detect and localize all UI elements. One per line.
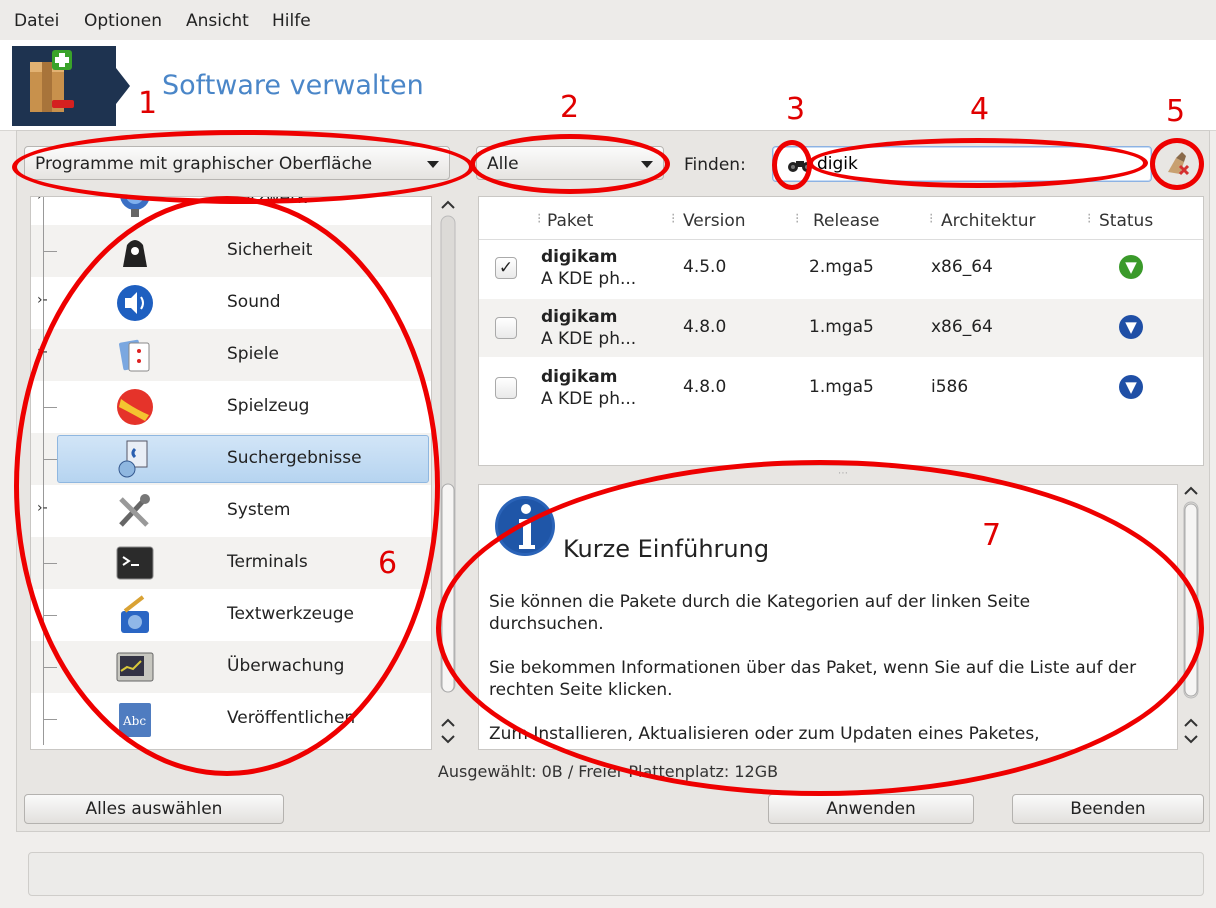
package-table[interactable]: ⁝ Paket ⁝ Version ⁝ Release ⁝ Architektu… — [478, 196, 1204, 466]
annotation-ellipse-1 — [12, 130, 474, 204]
package-summary: A KDE ph... — [541, 269, 637, 289]
select-checkbox[interactable]: ✓ — [495, 257, 517, 279]
menubar: Datei Optionen Ansicht Hilfe — [0, 0, 1216, 40]
menu-optionen[interactable]: Optionen — [84, 11, 162, 31]
annotation-number-6: 6 — [378, 546, 398, 581]
table-row[interactable]: digikam A KDE ph... 4.8.0 1.mga5 x86_64 ▼ — [479, 299, 1203, 357]
column-version[interactable]: Version — [683, 211, 746, 231]
logo-notch — [116, 68, 130, 104]
download-icon[interactable]: ▼ — [1119, 315, 1143, 339]
annotation-ellipse-2 — [470, 134, 670, 194]
package-version: 4.8.0 — [683, 317, 727, 337]
annotation-number-7: 7 — [982, 518, 1002, 553]
table-row[interactable]: digikam A KDE ph... 4.8.0 1.mga5 i586 ▼ — [479, 359, 1203, 417]
package-release: 2.mga5 — [809, 257, 874, 277]
package-icon — [30, 50, 74, 112]
annotation-number-1: 1 — [138, 86, 158, 121]
package-release: 1.mga5 — [809, 377, 874, 397]
annotation-ellipse-5 — [1150, 138, 1204, 190]
tree-line — [43, 667, 57, 668]
package-name: digikam — [541, 247, 618, 267]
select-checkbox[interactable] — [495, 317, 517, 339]
annotation-ellipse-4 — [808, 138, 1148, 188]
annotation-ellipse-3 — [772, 140, 812, 190]
table-header: ⁝ Paket ⁝ Version ⁝ Release ⁝ Architektu… — [479, 197, 1203, 240]
column-architektur[interactable]: Architektur — [941, 211, 1036, 231]
annotation-number-4: 4 — [970, 92, 990, 127]
select-checkbox[interactable] — [495, 377, 517, 399]
column-paket[interactable]: Paket — [547, 211, 593, 231]
package-summary: A KDE ph... — [541, 389, 637, 409]
find-label: Finden: — [684, 155, 746, 175]
expand-arrow-icon[interactable]: ›- — [37, 292, 48, 308]
package-version: 4.5.0 — [683, 257, 727, 277]
statusbar — [28, 852, 1204, 896]
installed-icon[interactable]: ▼ — [1119, 255, 1143, 279]
package-version: 4.8.0 — [683, 377, 727, 397]
annotation-number-2: 2 — [560, 90, 580, 125]
table-row[interactable]: ✓ digikam A KDE ph... 4.5.0 2.mga5 x86_64 ▼ — [479, 239, 1203, 297]
column-release[interactable]: Release — [813, 211, 879, 231]
package-name: digikam — [541, 307, 618, 327]
menu-ansicht[interactable]: Ansicht — [186, 11, 249, 31]
page-title: Software verwalten — [162, 70, 424, 101]
annotation-ellipse-7 — [436, 460, 1204, 796]
package-summary: A KDE ph... — [541, 329, 637, 349]
apply-button[interactable]: Anwenden — [768, 794, 974, 824]
select-all-button[interactable]: Alles auswählen — [24, 794, 284, 824]
package-release: 1.mga5 — [809, 317, 874, 337]
package-arch: i586 — [931, 377, 969, 397]
download-icon[interactable]: ▼ — [1119, 375, 1143, 399]
tree-line — [43, 251, 57, 252]
expand-arrow-icon[interactable]: ›- — [37, 197, 48, 204]
annotation-number-5: 5 — [1166, 94, 1186, 129]
menu-datei[interactable]: Datei — [14, 11, 59, 31]
annotation-ellipse-6 — [14, 196, 440, 776]
menu-hilfe[interactable]: Hilfe — [272, 11, 311, 31]
package-arch: x86_64 — [931, 257, 993, 277]
package-arch: x86_64 — [931, 317, 993, 337]
package-name: digikam — [541, 367, 618, 387]
annotation-number-3: 3 — [786, 92, 806, 127]
tree-line — [43, 719, 57, 720]
column-status[interactable]: Status — [1099, 211, 1153, 231]
app-logo — [12, 46, 116, 126]
quit-button[interactable]: Beenden — [1012, 794, 1204, 824]
